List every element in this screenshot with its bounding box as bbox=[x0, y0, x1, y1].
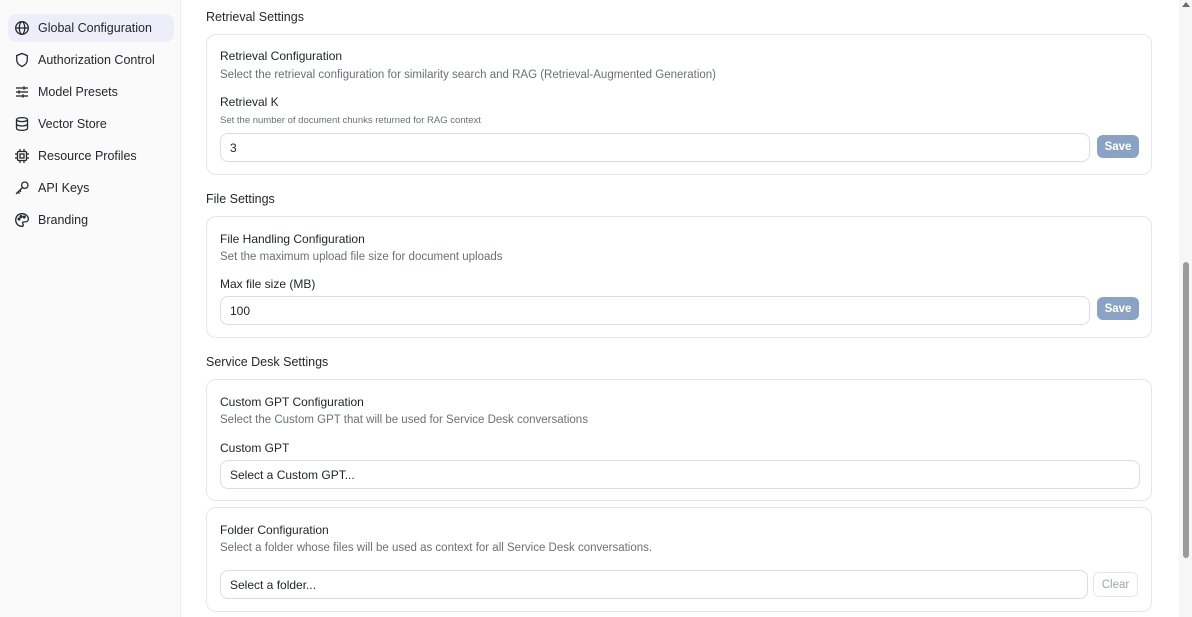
service-desk-section-title: Service Desk Settings bbox=[206, 355, 329, 369]
sidebar-item-authorization-control[interactable]: Authorization Control bbox=[8, 46, 174, 74]
sidebar-item-branding[interactable]: Branding bbox=[8, 206, 174, 234]
custom-gpt-card: Custom GPT Configuration Select the Cust… bbox=[206, 379, 1152, 501]
file-config-card: File Handling Configuration Set the maxi… bbox=[206, 216, 1152, 338]
sidebar-item-api-keys[interactable]: API Keys bbox=[8, 174, 174, 202]
max-file-size-input[interactable]: 100 bbox=[220, 296, 1090, 325]
card-description: Select the Custom GPT that will be used … bbox=[220, 414, 588, 426]
sidebar-item-label: Model Presets bbox=[38, 85, 118, 99]
sidebar-item-label: API Keys bbox=[38, 181, 90, 195]
sidebar-item-label: Resource Profiles bbox=[38, 149, 137, 163]
sliders-icon bbox=[14, 84, 30, 100]
card-description: Select the retrieval configuration for s… bbox=[220, 69, 716, 81]
scroll-up-arrow-icon[interactable] bbox=[1182, 2, 1190, 7]
folder-select[interactable]: Select a folder... bbox=[220, 570, 1088, 599]
save-button[interactable]: Save bbox=[1097, 135, 1139, 158]
retrieval-k-input[interactable]: 3 bbox=[220, 133, 1090, 162]
database-icon bbox=[14, 116, 30, 132]
palette-icon bbox=[14, 212, 30, 228]
globe-icon bbox=[14, 20, 30, 36]
retrieval-section-title: Retrieval Settings bbox=[206, 10, 304, 24]
sidebar-item-vector-store[interactable]: Vector Store bbox=[8, 110, 174, 138]
card-title: File Handling Configuration bbox=[220, 232, 365, 246]
clear-button[interactable]: Clear bbox=[1093, 572, 1138, 597]
sidebar-item-label: Vector Store bbox=[38, 117, 107, 131]
field-label: Max file size (MB) bbox=[220, 277, 316, 291]
sidebar-item-global-configuration[interactable]: Global Configuration bbox=[8, 14, 174, 42]
main-content: Retrieval Settings Retrieval Configurati… bbox=[181, 0, 1179, 617]
save-button[interactable]: Save bbox=[1097, 297, 1139, 320]
shield-icon bbox=[14, 52, 30, 68]
sidebar-item-label: Authorization Control bbox=[38, 53, 155, 67]
sidebar-item-label: Branding bbox=[38, 213, 89, 227]
card-title: Retrieval Configuration bbox=[220, 49, 343, 63]
field-label: Custom GPT bbox=[220, 441, 290, 455]
sidebar-item-resource-profiles[interactable]: Resource Profiles bbox=[8, 142, 174, 170]
field-hint: Set the number of document chunks return… bbox=[220, 115, 481, 126]
card-description: Select a folder whose files will be used… bbox=[220, 542, 653, 554]
card-title: Folder Configuration bbox=[220, 523, 329, 537]
sidebar-item-label: Global Configuration bbox=[38, 21, 152, 35]
card-title: Custom GPT Configuration bbox=[220, 395, 364, 409]
scrollbar-thumb[interactable] bbox=[1183, 262, 1189, 558]
vertical-scrollbar[interactable] bbox=[1179, 0, 1192, 617]
key-icon bbox=[14, 180, 30, 196]
custom-gpt-select[interactable]: Select a Custom GPT... bbox=[220, 460, 1140, 489]
sidebar-item-model-presets[interactable]: Model Presets bbox=[8, 78, 174, 106]
retrieval-config-card: Retrieval Configuration Select the retri… bbox=[206, 34, 1152, 175]
file-section-title: File Settings bbox=[206, 192, 275, 206]
sidebar: Global Configuration Authorization Contr… bbox=[0, 0, 181, 617]
chip-icon bbox=[14, 148, 30, 164]
folder-config-card: Folder Configuration Select a folder who… bbox=[206, 507, 1152, 612]
field-label: Retrieval K bbox=[220, 95, 279, 109]
card-description: Set the maximum upload file size for doc… bbox=[220, 251, 503, 263]
